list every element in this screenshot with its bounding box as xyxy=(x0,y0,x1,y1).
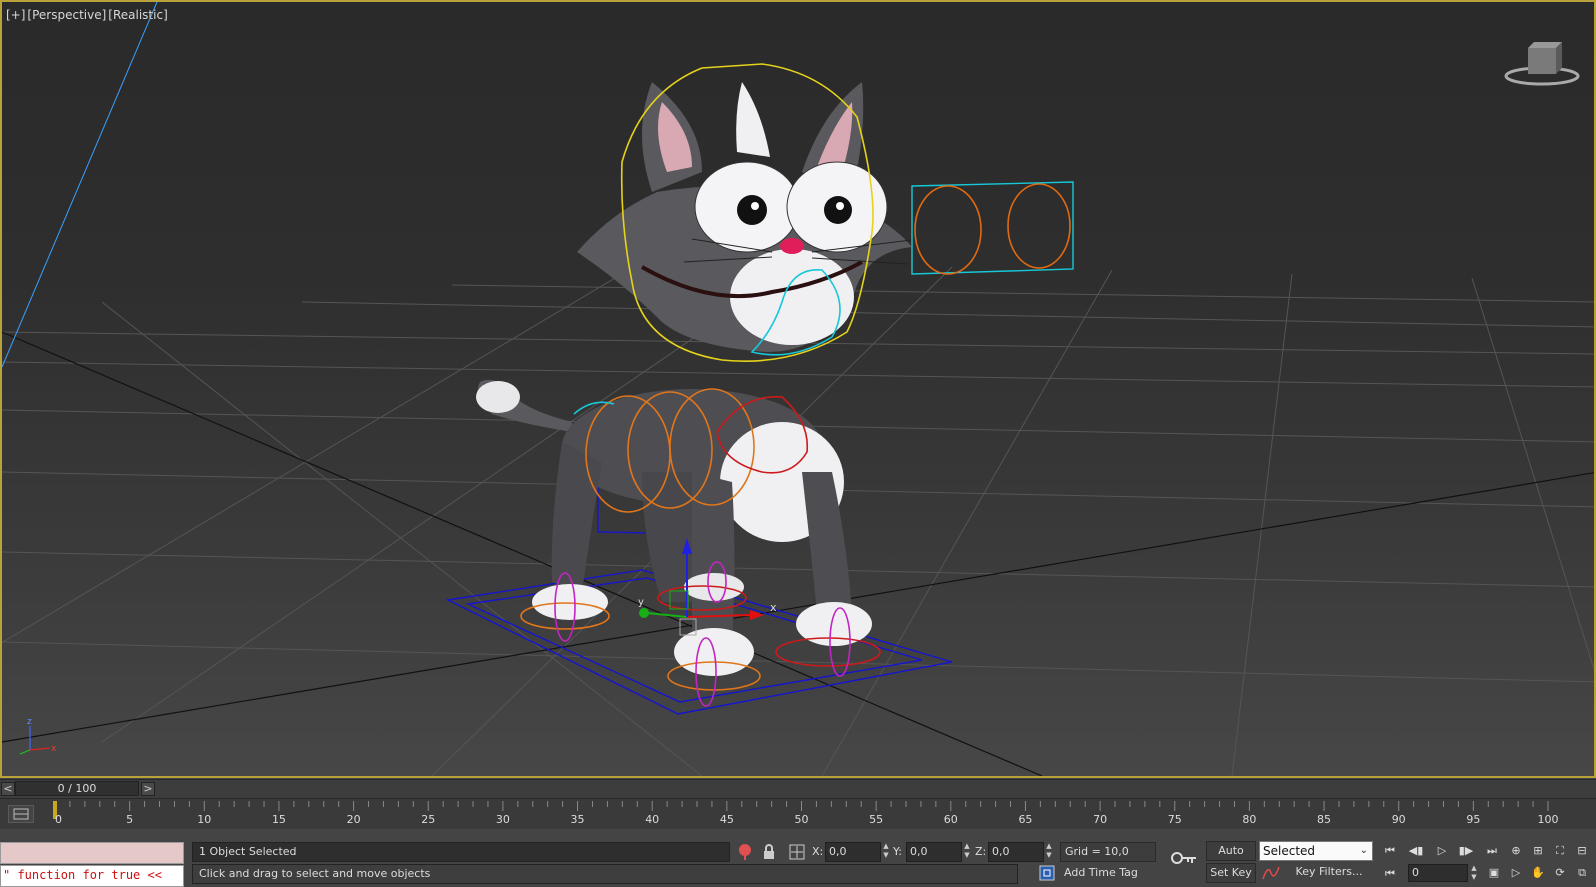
auto-key-button[interactable]: Auto Key xyxy=(1206,841,1256,875)
next-frame-icon[interactable]: ▮▶ xyxy=(1456,841,1476,861)
maxscript-listener-output[interactable]: " function for true << xyxy=(0,865,184,887)
ruler-label: 100 xyxy=(1538,813,1559,826)
world-axis-y xyxy=(2,331,1043,776)
ruler-label: 25 xyxy=(421,813,435,826)
trackbar-ruler[interactable]: 0 5 10 15 20 25 30 35 40 45 50 55 60 65 70 75 80 85 90 95 10… xyxy=(0,799,1596,829)
y-spinner[interactable]: ▲ ▼ xyxy=(963,842,971,862)
scene-canvas[interactable]: x y z x xyxy=(2,2,1594,776)
camera-line xyxy=(2,2,158,368)
ruler-label: 45 xyxy=(720,813,734,826)
ruler-label: 85 xyxy=(1317,813,1331,826)
grid-size-display: Grid = 10,0 xyxy=(1060,842,1156,862)
x-label: X: xyxy=(812,845,824,858)
status-bar: " function for true << 1 Object Selected… xyxy=(0,829,1596,887)
ruler-label: 60 xyxy=(944,813,958,826)
key-filters-button[interactable]: Key Filters... xyxy=(1284,863,1374,883)
lock-selection-icon[interactable] xyxy=(760,843,778,861)
trackbar[interactable]: 0 5 10 15 20 25 30 35 40 45 50 55 60 65 70 75 80 85 90 95 10… xyxy=(0,798,1596,830)
zoom-icon[interactable]: ⊕ xyxy=(1506,841,1526,861)
play-icon[interactable]: ▷ xyxy=(1432,841,1452,861)
viewcube[interactable] xyxy=(1502,42,1580,88)
current-frame-field[interactable]: 0 xyxy=(1408,864,1468,882)
time-slider[interactable]: < 0 / 100 > xyxy=(0,779,1596,798)
eye-right-controller xyxy=(1007,183,1071,269)
previous-frame-icon[interactable]: ◀▮ xyxy=(1406,841,1426,861)
key-mode-selected: Selected xyxy=(1263,844,1316,858)
perspective-viewport[interactable]: x y z x [+] [Perspective] [Realistic] xyxy=(0,0,1596,778)
selection-status: 1 Object Selected xyxy=(192,842,730,862)
ruler-label: 35 xyxy=(571,813,585,826)
ruler-label: 75 xyxy=(1168,813,1182,826)
frame-spinner[interactable]: ▲ ▼ xyxy=(1470,864,1478,882)
ruler-label: 10 xyxy=(197,813,211,826)
time-slider-next-button[interactable]: > xyxy=(141,782,155,796)
ruler-label: 0 xyxy=(55,813,62,826)
svg-text:x: x xyxy=(770,601,777,614)
ruler-label: 15 xyxy=(272,813,286,826)
svg-text:x: x xyxy=(51,744,57,754)
chevron-down-icon: ⌄ xyxy=(1359,845,1368,856)
viewport-menu-shading[interactable]: [Realistic] xyxy=(108,8,167,22)
svg-text:y: y xyxy=(638,597,644,608)
absolute-mode-transform-icon[interactable] xyxy=(788,843,806,861)
x-spinner[interactable]: ▲ ▼ xyxy=(882,842,890,862)
viewport-menu-plus[interactable]: [+] xyxy=(6,8,25,22)
goto-start-icon[interactable]: ⏮ xyxy=(1380,841,1400,861)
goto-end-icon[interactable]: ⏭ xyxy=(1482,841,1502,861)
field-of-view-icon[interactable]: ▷ xyxy=(1506,863,1526,883)
ruler-label: 95 xyxy=(1466,813,1480,826)
ruler-label: 55 xyxy=(869,813,883,826)
eyes-target-frame xyxy=(911,181,1074,275)
time-slider-prev-button[interactable]: < xyxy=(1,782,15,796)
prompt-line: Click and drag to select and move object… xyxy=(192,864,1018,884)
zoom-extents-icon[interactable]: ⛶ xyxy=(1550,841,1570,861)
z-label: Z: xyxy=(975,845,987,858)
ruler-label: 5 xyxy=(126,813,133,826)
ruler-label: 65 xyxy=(1018,813,1032,826)
pan-view-icon[interactable]: ✋ xyxy=(1528,863,1548,883)
viewport-menu-perspective[interactable]: [Perspective] xyxy=(27,8,106,22)
svg-text:z: z xyxy=(27,717,32,727)
eye-left-controller xyxy=(914,185,982,275)
y-label: Y: xyxy=(893,845,902,858)
time-slider-thumb[interactable]: 0 / 100 xyxy=(15,781,139,796)
key-mode-dropdown[interactable]: Selected ⌄ xyxy=(1259,841,1373,861)
x-coordinate-field[interactable]: 0,0 xyxy=(825,842,881,862)
maximize-viewport-icon[interactable]: ⧉ xyxy=(1572,863,1592,883)
zoom-all-icon[interactable]: ⊞ xyxy=(1528,841,1548,861)
maxscript-listener-input[interactable] xyxy=(0,842,184,864)
ruler-label: 30 xyxy=(496,813,510,826)
time-tag-icon[interactable] xyxy=(1038,864,1056,882)
set-key-button[interactable]: Set Key xyxy=(1206,863,1256,883)
set-key-icon[interactable] xyxy=(1170,849,1198,867)
key-mode-toggle-icon[interactable]: ⏮ xyxy=(1380,864,1400,884)
ruler-label: 20 xyxy=(347,813,361,826)
zoom-extents-all-icon[interactable]: ⊟ xyxy=(1572,841,1592,861)
time-configuration-icon[interactable]: ▣ xyxy=(1484,863,1504,883)
ruler-label: 40 xyxy=(645,813,659,826)
z-spinner[interactable]: ▲ ▼ xyxy=(1045,842,1053,862)
ruler-label: 50 xyxy=(795,813,809,826)
y-coordinate-field[interactable]: 0,0 xyxy=(906,842,962,862)
rig-controllers[interactable] xyxy=(520,63,1074,707)
z-coordinate-field[interactable]: 0,0 xyxy=(988,842,1044,862)
add-time-tag-button[interactable]: Add Time Tag xyxy=(1060,864,1156,882)
ruler-label: 80 xyxy=(1242,813,1256,826)
ruler-label: 70 xyxy=(1093,813,1107,826)
viewport-label-menu[interactable]: [+] [Perspective] [Realistic] xyxy=(6,8,170,22)
isolate-selection-icon[interactable] xyxy=(736,843,754,861)
ruler-label: 90 xyxy=(1392,813,1406,826)
orbit-icon[interactable]: ⟳ xyxy=(1550,863,1570,883)
key-curve-icon[interactable] xyxy=(1262,864,1280,882)
